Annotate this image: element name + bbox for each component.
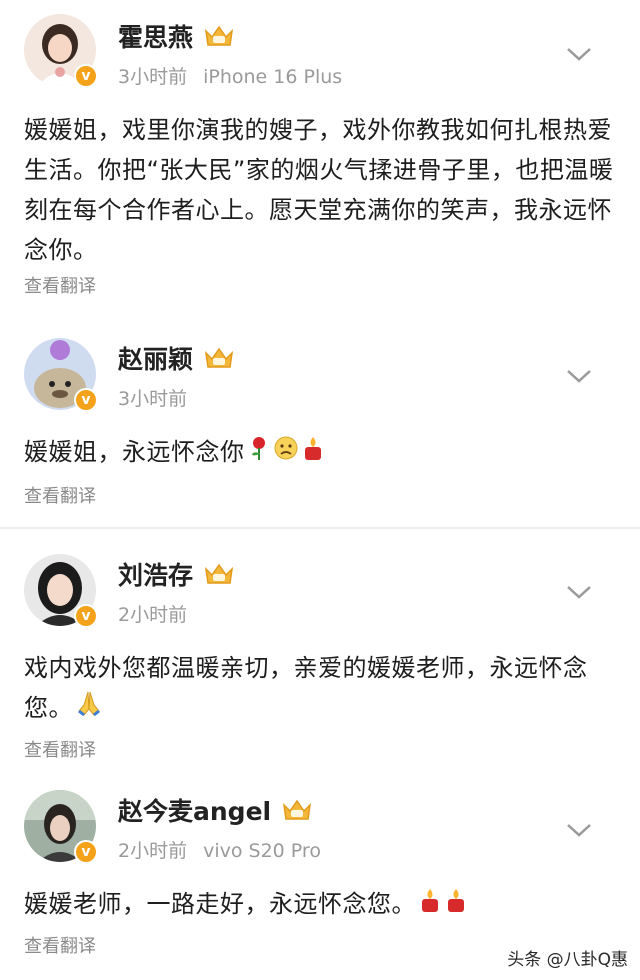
verified-badge-icon: v <box>74 388 98 412</box>
comment-item: v 赵丽颖 3小时前 媛媛姐，永远怀念你 查看翻译 <box>0 320 640 520</box>
translate-link[interactable]: 查看翻译 <box>24 932 96 958</box>
comment-item: v 刘浩存 2小时前 戏内戏外您都温暖亲切，亲爱的媛媛老师，永远怀念您。 查看翻… <box>0 540 640 775</box>
comment-text-body: 媛媛老师，一路走好，永远怀念您。 <box>24 890 416 918</box>
comment-item: v 霍思燕 3小时前 iPhone 16 Plus 媛媛姐，戏里你演我的嫂子，戏外… <box>0 0 640 310</box>
timestamp: 2小时前 <box>118 604 188 626</box>
verified-badge-icon: v <box>74 604 98 628</box>
avatar[interactable]: v <box>24 338 98 412</box>
translate-link[interactable]: 查看翻译 <box>24 482 96 508</box>
timestamp: 3小时前 <box>118 66 188 88</box>
candle-icon <box>301 433 325 473</box>
avatar[interactable]: v <box>24 14 98 88</box>
username[interactable]: 刘浩存 <box>118 556 235 592</box>
username[interactable]: 赵丽颖 <box>118 340 235 376</box>
chevron-down-icon[interactable] <box>566 46 592 62</box>
chevron-down-icon[interactable] <box>566 822 592 838</box>
verified-badge-icon: v <box>74 840 98 864</box>
crown-icon <box>204 25 234 46</box>
crown-icon <box>283 799 312 820</box>
username[interactable]: 霍思燕 <box>118 18 235 54</box>
avatar[interactable]: v <box>24 554 98 628</box>
username-text: 赵今麦angel <box>118 797 272 826</box>
timestamp: 3小时前 <box>118 388 188 410</box>
sad-face-icon <box>273 433 299 473</box>
rose-icon <box>247 433 271 473</box>
praying-hands-icon <box>75 689 103 729</box>
chevron-down-icon[interactable] <box>566 368 592 384</box>
post-meta: 3小时前 <box>118 384 187 411</box>
crown-icon <box>204 563 234 584</box>
device-label: vivo S20 Pro <box>203 840 321 862</box>
candle-icon <box>418 885 442 925</box>
post-meta: 3小时前 iPhone 16 Plus <box>118 62 342 89</box>
timestamp: 2小时前 <box>118 840 188 862</box>
verified-badge-icon: v <box>74 64 98 88</box>
comment-text: 媛媛姐，戏里你演我的嫂子，戏外你教我如何扎根热爱生活。你把“张大民”家的烟火气揉… <box>24 116 614 264</box>
translate-link[interactable]: 查看翻译 <box>24 736 96 762</box>
candle-icon <box>444 885 468 925</box>
post-meta: 2小时前 <box>118 600 187 627</box>
chevron-down-icon[interactable] <box>566 584 592 600</box>
username-text: 霍思燕 <box>118 23 194 52</box>
crown-icon <box>204 347 234 368</box>
avatar[interactable]: v <box>24 790 98 864</box>
divider <box>0 527 640 529</box>
comment-text-body: 媛媛姐，永远怀念你 <box>24 438 245 466</box>
device-label: iPhone 16 Plus <box>203 66 343 88</box>
username-text: 赵丽颖 <box>118 345 194 374</box>
comment-text: 媛媛老师，一路走好，永远怀念您。 <box>24 884 624 925</box>
post-meta: 2小时前 vivo S20 Pro <box>118 836 321 863</box>
translate-link[interactable]: 查看翻译 <box>24 272 96 298</box>
username-text: 刘浩存 <box>118 561 194 590</box>
watermark: 头条 @八卦Q惠 <box>507 950 628 970</box>
comment-text: 戏内戏外您都温暖亲切，亲爱的媛媛老师，永远怀念您。 <box>24 648 624 729</box>
username[interactable]: 赵今麦angel <box>118 792 313 828</box>
comment-text-body: 戏内戏外您都温暖亲切，亲爱的媛媛老师，永远怀念您。 <box>24 654 588 722</box>
comment-text: 媛媛姐，永远怀念你 <box>24 432 624 473</box>
